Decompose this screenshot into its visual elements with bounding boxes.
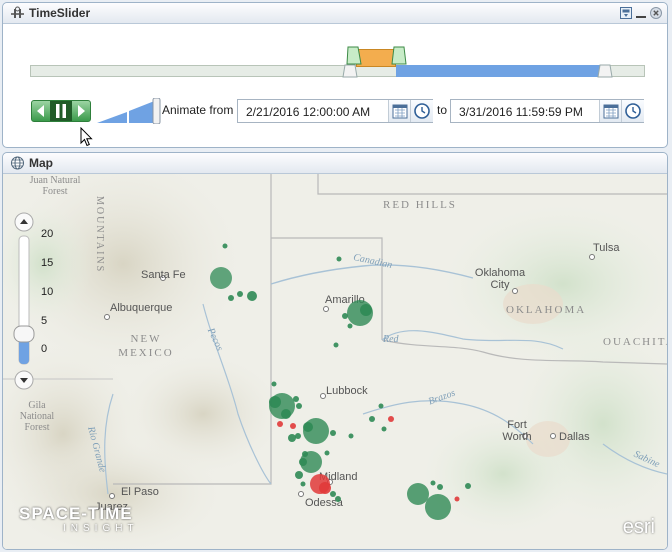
- start-date-value: 2/21/2016 12:00:00 AM: [246, 105, 371, 119]
- event-marker-green[interactable]: [296, 403, 302, 409]
- map-header: Map: [3, 153, 667, 174]
- event-marker-green[interactable]: [330, 430, 336, 436]
- event-marker-green[interactable]: [288, 434, 296, 442]
- event-marker-green[interactable]: [324, 450, 330, 456]
- event-marker-green[interactable]: [237, 291, 243, 297]
- event-marker-green[interactable]: [335, 496, 341, 502]
- end-calendar-icon[interactable]: [599, 100, 622, 122]
- esri-logo: esri: [622, 516, 655, 538]
- timeslider-icon: [11, 6, 24, 18]
- event-marker-green[interactable]: [302, 451, 308, 457]
- zoom-tick-label: 20: [41, 228, 54, 240]
- time-progress-fill: [395, 65, 606, 77]
- start-calendar-icon[interactable]: [388, 100, 411, 122]
- timeslider-panel: TimeSlider Animate from 2/21/2016 12:00:…: [2, 2, 668, 148]
- playback-speed-slider[interactable]: [97, 98, 161, 124]
- to-label: to: [437, 103, 448, 117]
- globe-icon: [11, 156, 24, 170]
- event-marker-green[interactable]: [281, 409, 291, 419]
- timeslider-header: TimeSlider: [3, 3, 667, 24]
- event-marker-green[interactable]: [381, 426, 387, 432]
- event-marker-green[interactable]: [437, 484, 443, 490]
- map-title: Map: [29, 156, 53, 170]
- event-marker-red[interactable]: [388, 416, 394, 422]
- window-end-handle[interactable]: [391, 46, 407, 66]
- minimize-icon[interactable]: [635, 7, 647, 19]
- event-marker-green[interactable]: [425, 494, 451, 520]
- zoom-slider[interactable]: [9, 212, 39, 392]
- event-marker-green[interactable]: [430, 480, 436, 486]
- event-marker-red[interactable]: [277, 421, 283, 427]
- zoom-tick-label: 0: [41, 343, 48, 355]
- window-start-handle[interactable]: [346, 46, 362, 66]
- extent-end-handle[interactable]: [597, 64, 613, 78]
- event-marker-green[interactable]: [333, 342, 339, 348]
- event-marker-red[interactable]: [454, 496, 460, 502]
- mouse-cursor-icon: [80, 127, 93, 147]
- end-date-field[interactable]: 3/31/2016 11:59:59 PM: [450, 99, 644, 123]
- spacetime-insight-logo: SPACE-TIME INSIGHT: [19, 504, 139, 534]
- step-back-button[interactable]: [33, 101, 49, 121]
- end-date-value: 3/31/2016 11:59:59 PM: [459, 105, 583, 119]
- event-marker-green[interactable]: [247, 291, 257, 301]
- event-marker-green[interactable]: [269, 396, 281, 408]
- animate-from-label: Animate from: [162, 103, 234, 117]
- event-marker-green[interactable]: [228, 295, 234, 301]
- close-icon[interactable]: [650, 7, 662, 19]
- event-marker-green[interactable]: [378, 403, 384, 409]
- event-marker-green[interactable]: [222, 243, 228, 249]
- zoom-tick-label: 15: [41, 257, 54, 269]
- end-clock-icon[interactable]: [621, 100, 644, 122]
- event-marker-green[interactable]: [347, 323, 353, 329]
- playback-controls: [31, 100, 91, 122]
- event-marker-red[interactable]: [290, 423, 296, 429]
- extent-start-handle[interactable]: [342, 64, 358, 78]
- event-marker-green[interactable]: [295, 471, 303, 479]
- logo-sub-text: INSIGHT: [63, 523, 139, 534]
- event-marker-green[interactable]: [348, 433, 354, 439]
- logo-main-text: SPACE-TIME: [19, 504, 133, 523]
- event-marker-green[interactable]: [407, 483, 429, 505]
- dock-icon[interactable]: [620, 7, 632, 19]
- event-marker-green[interactable]: [293, 396, 299, 402]
- zoom-tick-label: 10: [41, 286, 54, 298]
- timeslider-title: TimeSlider: [29, 6, 91, 20]
- event-marker-green[interactable]: [303, 422, 313, 432]
- event-marker-green[interactable]: [342, 313, 348, 319]
- event-marker-green[interactable]: [330, 491, 336, 497]
- zoom-tick-label: 5: [41, 315, 48, 327]
- step-forward-button[interactable]: [73, 101, 89, 121]
- map-panel: Map RED HILLS NEW MEXICO OKLAHOMA OUACHI…: [2, 152, 668, 550]
- event-marker-green[interactable]: [369, 416, 375, 422]
- event-marker-red[interactable]: [319, 482, 331, 494]
- map-canvas[interactable]: RED HILLS NEW MEXICO OKLAHOMA OUACHITA M…: [3, 174, 667, 549]
- start-clock-icon[interactable]: [410, 100, 433, 122]
- event-marker-green[interactable]: [465, 483, 471, 489]
- start-date-field[interactable]: 2/21/2016 12:00:00 AM: [237, 99, 433, 123]
- pause-button[interactable]: [50, 101, 72, 121]
- event-markers-layer[interactable]: [3, 174, 667, 549]
- event-marker-green[interactable]: [271, 381, 277, 387]
- event-marker-green[interactable]: [360, 304, 372, 316]
- event-marker-green[interactable]: [210, 267, 232, 289]
- event-marker-green[interactable]: [300, 481, 306, 487]
- event-marker-green[interactable]: [336, 256, 342, 262]
